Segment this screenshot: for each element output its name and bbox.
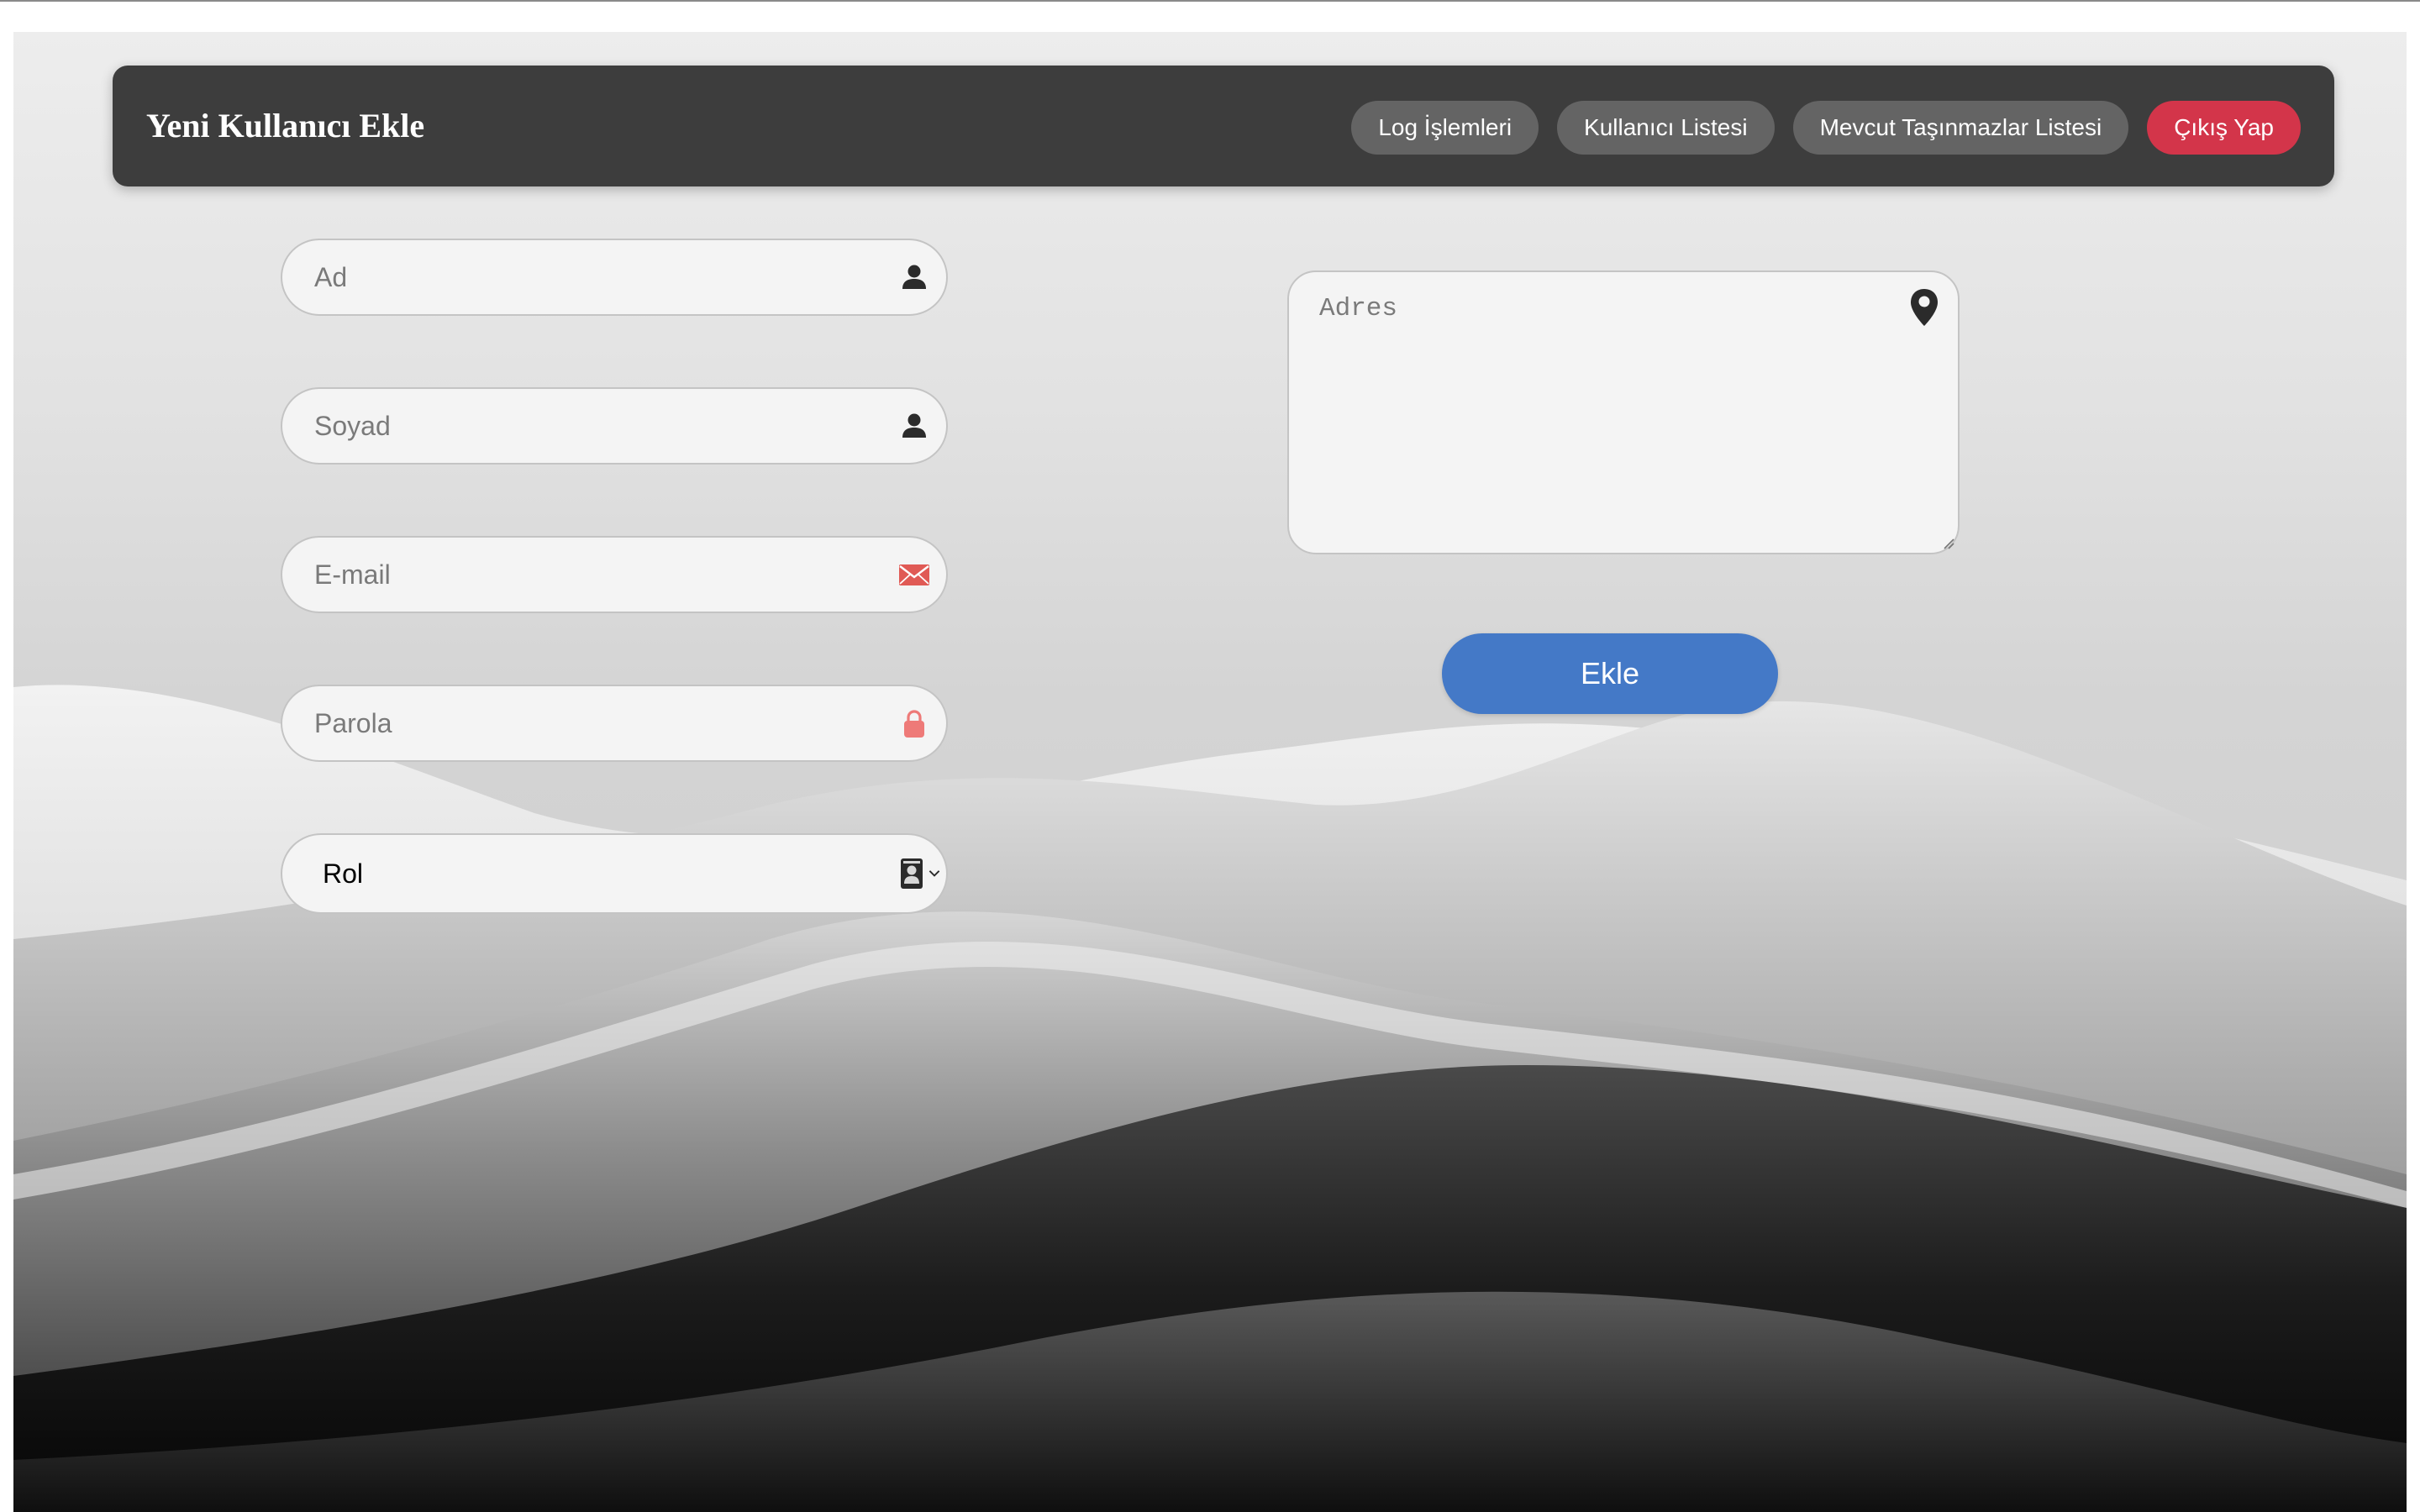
user-icon xyxy=(902,265,926,289)
nav-button-group: Log İşlemleri Kullanıcı Listesi Mevcut T… xyxy=(1351,101,2301,155)
log-operations-button[interactable]: Log İşlemleri xyxy=(1351,101,1539,155)
first-name-field xyxy=(281,239,948,316)
address-textarea[interactable] xyxy=(1319,294,1874,529)
user-icon xyxy=(902,413,926,438)
user-list-button[interactable]: Kullanıcı Listesi xyxy=(1557,101,1775,155)
last-name-input[interactable] xyxy=(314,389,886,463)
page-background: Yeni Kullanıcı Ekle Log İşlemleri Kullan… xyxy=(13,32,2407,1512)
map-pin-icon xyxy=(1911,289,1938,326)
email-input[interactable] xyxy=(314,538,886,612)
envelope-icon xyxy=(899,564,929,585)
email-field xyxy=(281,536,948,613)
navbar: Yeni Kullanıcı Ekle Log İşlemleri Kullan… xyxy=(113,66,2334,186)
address-field xyxy=(1287,270,1960,554)
window-top-border xyxy=(0,0,2420,2)
logout-button[interactable]: Çıkış Yap xyxy=(2147,101,2301,155)
password-field xyxy=(281,685,948,762)
add-user-button[interactable]: Ekle xyxy=(1442,633,1778,714)
role-select[interactable]: Rol xyxy=(281,833,948,914)
chevron-down-icon xyxy=(929,870,940,877)
password-input[interactable] xyxy=(314,686,886,760)
first-name-input[interactable] xyxy=(314,240,886,314)
property-list-button[interactable]: Mevcut Taşınmazlar Listesi xyxy=(1792,101,2129,155)
page-title: Yeni Kullanıcı Ekle xyxy=(146,107,425,144)
role-select-value: Rol xyxy=(323,858,364,889)
last-name-field xyxy=(281,387,948,465)
lock-icon xyxy=(904,710,924,738)
resize-handle[interactable] xyxy=(1941,536,1954,549)
